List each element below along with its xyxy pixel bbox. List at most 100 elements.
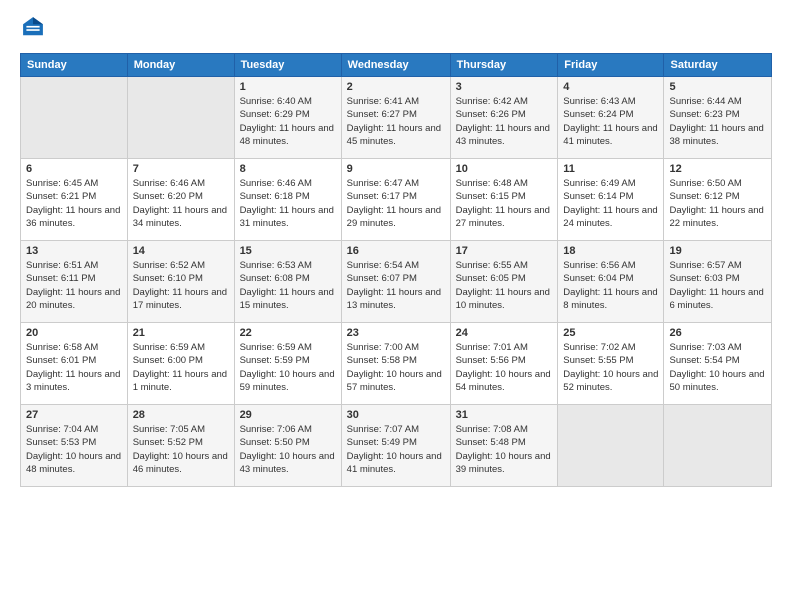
calendar-cell: 22 Sunrise: 6:59 AM Sunset: 5:59 PM Dayli… [234, 323, 341, 405]
calendar-week-3: 20 Sunrise: 6:58 AM Sunset: 6:01 PM Dayli… [21, 323, 772, 405]
day-number: 21 [133, 327, 229, 339]
calendar-cell: 23 Sunrise: 7:00 AM Sunset: 5:58 PM Dayli… [341, 323, 450, 405]
day-number: 26 [669, 327, 766, 339]
day-detail: Sunrise: 6:55 AM Sunset: 6:05 PM Dayligh… [456, 259, 553, 312]
day-detail: Sunrise: 6:57 AM Sunset: 6:03 PM Dayligh… [669, 259, 766, 312]
day-number: 22 [240, 327, 336, 339]
day-detail: Sunrise: 6:46 AM Sunset: 6:18 PM Dayligh… [240, 177, 336, 230]
day-number: 25 [563, 327, 658, 339]
day-number: 15 [240, 245, 336, 257]
calendar-cell [127, 77, 234, 159]
calendar-cell: 24Sunrise: 7:01 AM Sunset: 5:56 PM Dayli… [450, 323, 558, 405]
day-detail: Sunrise: 6:51 AM Sunset: 6:11 PM Dayligh… [26, 259, 122, 312]
day-number: 17 [456, 245, 553, 257]
day-detail: Sunrise: 7:05 AM Sunset: 5:52 PM Dayligh… [133, 423, 229, 476]
day-detail: Sunrise: 7:08 AM Sunset: 5:48 PM Dayligh… [456, 423, 553, 476]
day-detail: Sunrise: 7:04 AM Sunset: 5:53 PM Dayligh… [26, 423, 122, 476]
day-detail: Sunrise: 6:41 AM Sunset: 6:27 PM Dayligh… [347, 95, 445, 148]
calendar-cell: 25 Sunrise: 7:02 AM Sunset: 5:55 PM Dayli… [558, 323, 664, 405]
day-detail: Sunrise: 6:40 AM Sunset: 6:29 PM Dayligh… [240, 95, 336, 148]
day-number: 20 [26, 327, 122, 339]
calendar-cell: 19 Sunrise: 6:57 AM Sunset: 6:03 PM Dayli… [664, 241, 772, 323]
calendar-cell: 16 Sunrise: 6:54 AM Sunset: 6:07 PM Dayli… [341, 241, 450, 323]
day-detail: Sunrise: 6:53 AM Sunset: 6:08 PM Dayligh… [240, 259, 336, 312]
calendar-cell: 31 Sunrise: 7:08 AM Sunset: 5:48 PM Dayli… [450, 405, 558, 487]
header [20, 16, 772, 43]
calendar-header-friday: Friday [558, 54, 664, 77]
calendar-header-row: SundayMondayTuesdayWednesdayThursdayFrid… [21, 54, 772, 77]
logo [20, 16, 48, 43]
day-detail: Sunrise: 6:45 AM Sunset: 6:21 PM Dayligh… [26, 177, 122, 230]
day-number: 28 [133, 409, 229, 421]
calendar-week-1: 6 Sunrise: 6:45 AM Sunset: 6:21 PM Daylig… [21, 159, 772, 241]
calendar-cell: 26 Sunrise: 7:03 AM Sunset: 5:54 PM Dayli… [664, 323, 772, 405]
calendar-cell: 20 Sunrise: 6:58 AM Sunset: 6:01 PM Dayli… [21, 323, 128, 405]
day-number: 6 [26, 163, 122, 175]
calendar-header-tuesday: Tuesday [234, 54, 341, 77]
day-detail: Sunrise: 6:42 AM Sunset: 6:26 PM Dayligh… [456, 95, 553, 148]
calendar-cell: 15 Sunrise: 6:53 AM Sunset: 6:08 PM Dayli… [234, 241, 341, 323]
day-number: 29 [240, 409, 336, 421]
day-detail: Sunrise: 6:44 AM Sunset: 6:23 PM Dayligh… [669, 95, 766, 148]
calendar-cell: 2 Sunrise: 6:41 AM Sunset: 6:27 PM Daylig… [341, 77, 450, 159]
calendar-cell: 10 Sunrise: 6:48 AM Sunset: 6:15 PM Dayli… [450, 159, 558, 241]
calendar-cell [21, 77, 128, 159]
day-detail: Sunrise: 6:52 AM Sunset: 6:10 PM Dayligh… [133, 259, 229, 312]
day-number: 11 [563, 163, 658, 175]
calendar-cell: 9 Sunrise: 6:47 AM Sunset: 6:17 PM Daylig… [341, 159, 450, 241]
day-number: 13 [26, 245, 122, 257]
day-number: 10 [456, 163, 553, 175]
day-detail: Sunrise: 6:56 AM Sunset: 6:04 PM Dayligh… [563, 259, 658, 312]
calendar-cell [664, 405, 772, 487]
day-number: 16 [347, 245, 445, 257]
calendar-header-wednesday: Wednesday [341, 54, 450, 77]
day-detail: Sunrise: 7:02 AM Sunset: 5:55 PM Dayligh… [563, 341, 658, 394]
day-number: 27 [26, 409, 122, 421]
calendar-cell: 13 Sunrise: 6:51 AM Sunset: 6:11 PM Dayli… [21, 241, 128, 323]
calendar-week-0: 1 Sunrise: 6:40 AM Sunset: 6:29 PM Daylig… [21, 77, 772, 159]
day-detail: Sunrise: 6:46 AM Sunset: 6:20 PM Dayligh… [133, 177, 229, 230]
logo-icon [22, 16, 44, 38]
calendar-cell: 7 Sunrise: 6:46 AM Sunset: 6:20 PM Daylig… [127, 159, 234, 241]
calendar-cell: 29 Sunrise: 7:06 AM Sunset: 5:50 PM Dayli… [234, 405, 341, 487]
calendar-cell: 30Sunrise: 7:07 AM Sunset: 5:49 PM Dayli… [341, 405, 450, 487]
day-number: 7 [133, 163, 229, 175]
day-detail: Sunrise: 6:58 AM Sunset: 6:01 PM Dayligh… [26, 341, 122, 394]
day-detail: Sunrise: 7:00 AM Sunset: 5:58 PM Dayligh… [347, 341, 445, 394]
day-number: 31 [456, 409, 553, 421]
day-number: 3 [456, 81, 553, 93]
day-detail: Sunrise: 7:06 AM Sunset: 5:50 PM Dayligh… [240, 423, 336, 476]
calendar-header-thursday: Thursday [450, 54, 558, 77]
calendar-cell: 14Sunrise: 6:52 AM Sunset: 6:10 PM Dayli… [127, 241, 234, 323]
calendar-cell: 4Sunrise: 6:43 AM Sunset: 6:24 PM Daylig… [558, 77, 664, 159]
calendar-cell: 1 Sunrise: 6:40 AM Sunset: 6:29 PM Daylig… [234, 77, 341, 159]
calendar-cell: 28 Sunrise: 7:05 AM Sunset: 5:52 PM Dayli… [127, 405, 234, 487]
day-number: 24 [456, 327, 553, 339]
day-detail: Sunrise: 6:59 AM Sunset: 5:59 PM Dayligh… [240, 341, 336, 394]
day-number: 23 [347, 327, 445, 339]
day-detail: Sunrise: 6:54 AM Sunset: 6:07 PM Dayligh… [347, 259, 445, 312]
calendar-cell: 27 Sunrise: 7:04 AM Sunset: 5:53 PM Dayli… [21, 405, 128, 487]
day-detail: Sunrise: 6:43 AM Sunset: 6:24 PM Dayligh… [563, 95, 658, 148]
calendar-cell: 12Sunrise: 6:50 AM Sunset: 6:12 PM Dayli… [664, 159, 772, 241]
calendar-cell: 18 Sunrise: 6:56 AM Sunset: 6:04 PM Dayli… [558, 241, 664, 323]
calendar-table: SundayMondayTuesdayWednesdayThursdayFrid… [20, 53, 772, 487]
calendar-cell [558, 405, 664, 487]
calendar-cell: 5 Sunrise: 6:44 AM Sunset: 6:23 PM Daylig… [664, 77, 772, 159]
day-detail: Sunrise: 6:50 AM Sunset: 6:12 PM Dayligh… [669, 177, 766, 230]
day-detail: Sunrise: 6:48 AM Sunset: 6:15 PM Dayligh… [456, 177, 553, 230]
day-number: 2 [347, 81, 445, 93]
calendar-week-2: 13 Sunrise: 6:51 AM Sunset: 6:11 PM Dayli… [21, 241, 772, 323]
day-number: 1 [240, 81, 336, 93]
day-detail: Sunrise: 6:59 AM Sunset: 6:00 PM Dayligh… [133, 341, 229, 394]
calendar-header-saturday: Saturday [664, 54, 772, 77]
day-number: 5 [669, 81, 766, 93]
calendar-cell: 6 Sunrise: 6:45 AM Sunset: 6:21 PM Daylig… [21, 159, 128, 241]
day-number: 19 [669, 245, 766, 257]
page: SundayMondayTuesdayWednesdayThursdayFrid… [0, 0, 792, 612]
calendar-header-sunday: Sunday [21, 54, 128, 77]
day-detail: Sunrise: 6:47 AM Sunset: 6:17 PM Dayligh… [347, 177, 445, 230]
day-detail: Sunrise: 7:03 AM Sunset: 5:54 PM Dayligh… [669, 341, 766, 394]
day-number: 9 [347, 163, 445, 175]
day-number: 18 [563, 245, 658, 257]
